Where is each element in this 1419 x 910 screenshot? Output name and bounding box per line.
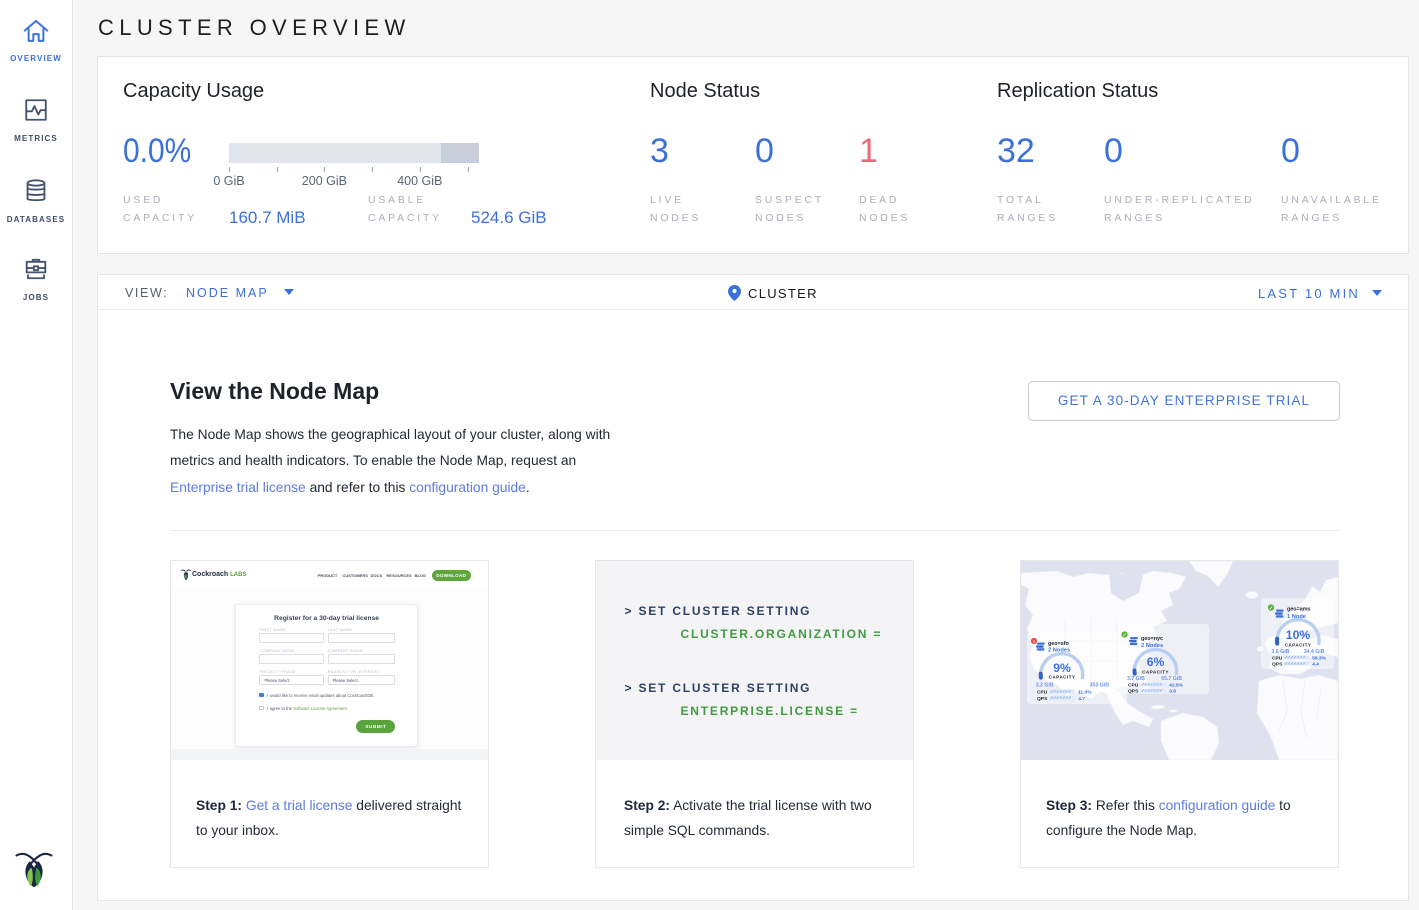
svg-text:65.7 GiB: 65.7 GiB [1161,676,1182,682]
svg-text:1 Node: 1 Node [1287,614,1306,620]
svg-text:4.7: 4.7 [1078,696,1085,702]
svg-text:34.4 GiB: 34.4 GiB [1304,649,1325,655]
svg-text:CPU: CPU [1128,682,1139,688]
svg-text:QPS: QPS [1272,662,1283,668]
svg-text:QPS: QPS [1128,689,1139,695]
svg-text:CPU: CPU [1272,655,1283,661]
svg-text:3.2 GiB: 3.2 GiB [1036,683,1054,689]
svg-text:CAPACITY: CAPACITY [1142,669,1169,674]
svg-text:9%: 9% [1053,661,1071,675]
svg-text:58.3%: 58.3% [1312,655,1327,661]
svg-text:353 GiB: 353 GiB [1090,683,1110,689]
svg-text:geo=ams: geo=ams [1287,607,1311,613]
svg-text:CPU: CPU [1037,690,1048,696]
svg-text:4.4: 4.4 [1312,662,1319,668]
svg-text:10%: 10% [1286,628,1311,642]
svg-text:geo=nyc: geo=nyc [1141,636,1163,642]
svg-text:6%: 6% [1147,655,1165,669]
svg-text:CAPACITY: CAPACITY [1285,642,1312,647]
svg-text:0.8: 0.8 [1169,689,1176,695]
svg-text:✓: ✓ [1122,633,1126,639]
svg-text:CAPACITY: CAPACITY [1049,675,1076,680]
svg-text:11.0%: 11.0% [1078,690,1092,696]
svg-text:QPS: QPS [1037,696,1048,702]
svg-text:geo=sfo: geo=sfo [1048,641,1070,647]
svg-text:3.6 GiB: 3.6 GiB [1272,649,1290,655]
svg-text:42.5%: 42.5% [1169,682,1184,688]
svg-text:2 Nodes: 2 Nodes [1141,643,1163,649]
svg-text:3.7 GiB: 3.7 GiB [1127,676,1145,682]
svg-text:✓: ✓ [1269,606,1273,612]
svg-text:2 Nodes: 2 Nodes [1048,648,1070,654]
